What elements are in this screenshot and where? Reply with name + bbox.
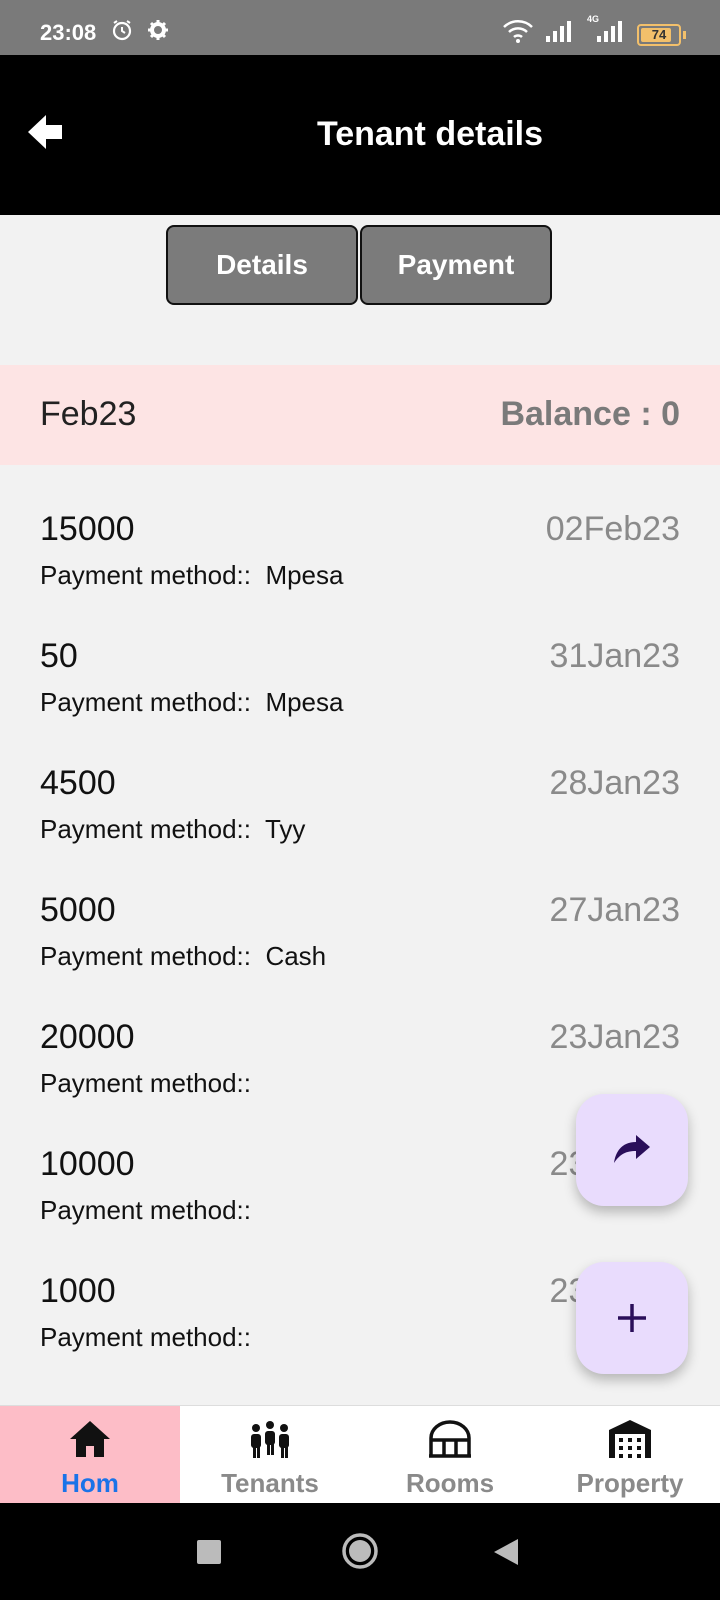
payment-amount: 20000 <box>40 1018 135 1056</box>
add-payment-button[interactable] <box>576 1262 688 1374</box>
share-icon <box>614 1135 650 1163</box>
share-button[interactable] <box>576 1094 688 1206</box>
payment-amount: 4500 <box>40 764 116 802</box>
payment-date: 23Jan23 <box>549 1018 680 1056</box>
nav-item-home[interactable]: Hom <box>0 1406 180 1504</box>
payment-amount: 5000 <box>40 891 116 929</box>
payment-date: 31Jan23 <box>549 637 680 675</box>
add-icon <box>618 1304 646 1332</box>
month-header: Feb23 Balance : 0 <box>0 365 720 465</box>
payment-method: Payment method:: Cash <box>40 941 327 971</box>
payment-amount: 10000 <box>40 1145 135 1183</box>
nav-label: Tenants <box>221 1468 319 1498</box>
payment-amount: 1000 <box>40 1272 116 1310</box>
details-button[interactable]: Details <box>166 225 358 305</box>
back-arrow-icon <box>28 115 62 149</box>
payment-item[interactable]: 15000 Payment method:: Mpesa 02Feb23 <box>0 500 720 627</box>
payment-item[interactable]: 5000 Payment method:: Cash 27Jan23 <box>0 881 720 1008</box>
status-time: 23:08 <box>40 20 97 45</box>
gear-icon <box>146 18 170 47</box>
nav-item-property[interactable]: Property <box>540 1406 720 1504</box>
payment-method: Payment method:: Mpesa <box>40 560 344 590</box>
status-bar: 23:08 4G 74 <box>0 0 720 55</box>
circle-icon <box>342 1533 378 1569</box>
recents-button[interactable] <box>196 1539 222 1570</box>
battery-level: 74 <box>651 27 667 42</box>
alarm-icon <box>110 18 134 47</box>
payment-item[interactable]: 50 Payment method:: Mpesa 31Jan23 <box>0 627 720 754</box>
page-title: Tenant details <box>316 115 544 153</box>
building-icon <box>609 1420 651 1458</box>
home-system-button[interactable] <box>340 1531 380 1576</box>
payment-date: 02Feb23 <box>545 510 680 548</box>
wifi-icon <box>502 18 534 49</box>
payment-date: 28Jan23 <box>549 764 680 802</box>
payments-list: 15000 Payment method:: Mpesa 02Feb23 50 … <box>0 500 720 1389</box>
triangle-back-icon <box>494 1539 518 1565</box>
nav-item-rooms[interactable]: Rooms <box>360 1406 540 1504</box>
nav-label: Rooms <box>405 1468 495 1498</box>
payment-method: Payment method:: <box>40 1068 251 1098</box>
rooms-icon <box>429 1420 471 1458</box>
bottom-nav: Hom Tenants Rooms Property <box>0 1405 720 1504</box>
battery-nub <box>683 31 686 39</box>
balance-label: Balance : 0 <box>500 395 680 433</box>
month-label: Feb23 <box>40 395 137 433</box>
payment-item[interactable]: 4500 Payment method:: Tyy 28Jan23 <box>0 754 720 881</box>
payment-date: 27Jan23 <box>549 891 680 929</box>
home-icon <box>70 1421 110 1457</box>
nav-item-tenants[interactable]: Tenants <box>180 1406 360 1504</box>
app-bar: Tenant details <box>0 55 720 215</box>
payment-amount: 15000 <box>40 510 135 548</box>
signal-4g-icon: 4G <box>587 14 627 51</box>
payment-method: Payment method:: Tyy <box>40 814 306 844</box>
network-label: 4G <box>587 14 600 24</box>
payment-method: Payment method:: <box>40 1322 251 1352</box>
payment-button[interactable]: Payment <box>360 225 552 305</box>
square-icon <box>197 1540 221 1564</box>
payment-method: Payment method:: Mpesa <box>40 687 344 717</box>
payment-amount: 50 <box>40 637 78 675</box>
payment-method: Payment method:: <box>40 1195 251 1225</box>
system-nav-bar <box>0 1503 720 1600</box>
battery-icon: 74 <box>637 24 681 46</box>
back-system-button[interactable] <box>492 1537 520 1572</box>
signal-icon <box>544 18 572 49</box>
back-button[interactable] <box>22 107 72 157</box>
people-icon <box>251 1421 289 1458</box>
nav-label: Hom <box>61 1468 119 1498</box>
nav-label: Property <box>576 1468 684 1498</box>
